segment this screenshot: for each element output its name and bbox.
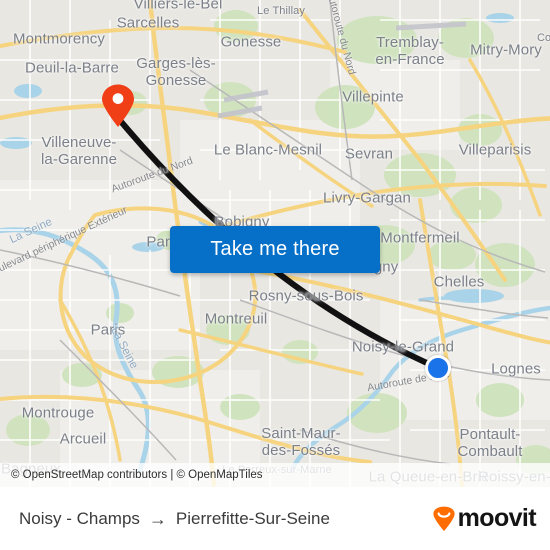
- origin-dot-circle: [425, 355, 451, 381]
- origin-marker-dot[interactable]: [425, 355, 451, 381]
- take-me-there-button[interactable]: Take me there: [170, 226, 380, 273]
- moovit-pin-icon: [433, 506, 455, 531]
- attribution-text[interactable]: © OpenStreetMap contributors | © OpenMap…: [11, 469, 263, 481]
- moovit-route-card: Villiers-le-Bel Le Thillay Sarcelles Montmo…: [0, 0, 550, 550]
- destination-marker-pin[interactable]: [101, 84, 135, 128]
- moovit-wordmark: moovit: [457, 504, 537, 532]
- route-origin-label: Noisy - Champs: [19, 508, 140, 528]
- map-canvas[interactable]: Villiers-le-Bel Le Thillay Sarcelles Montmo…: [0, 0, 550, 487]
- route-destination-label: Pierrefitte-Sur-Seine: [175, 508, 330, 528]
- footer-bar: Noisy - Champs → Pierrefitte-Sur-Seine m…: [0, 487, 550, 550]
- route-summary: Noisy - Champs → Pierrefitte-Sur-Seine: [19, 509, 421, 529]
- map-pin-icon: [102, 84, 134, 127]
- moovit-logo[interactable]: moovit: [431, 504, 537, 532]
- arrow-right-icon: →: [148, 508, 167, 529]
